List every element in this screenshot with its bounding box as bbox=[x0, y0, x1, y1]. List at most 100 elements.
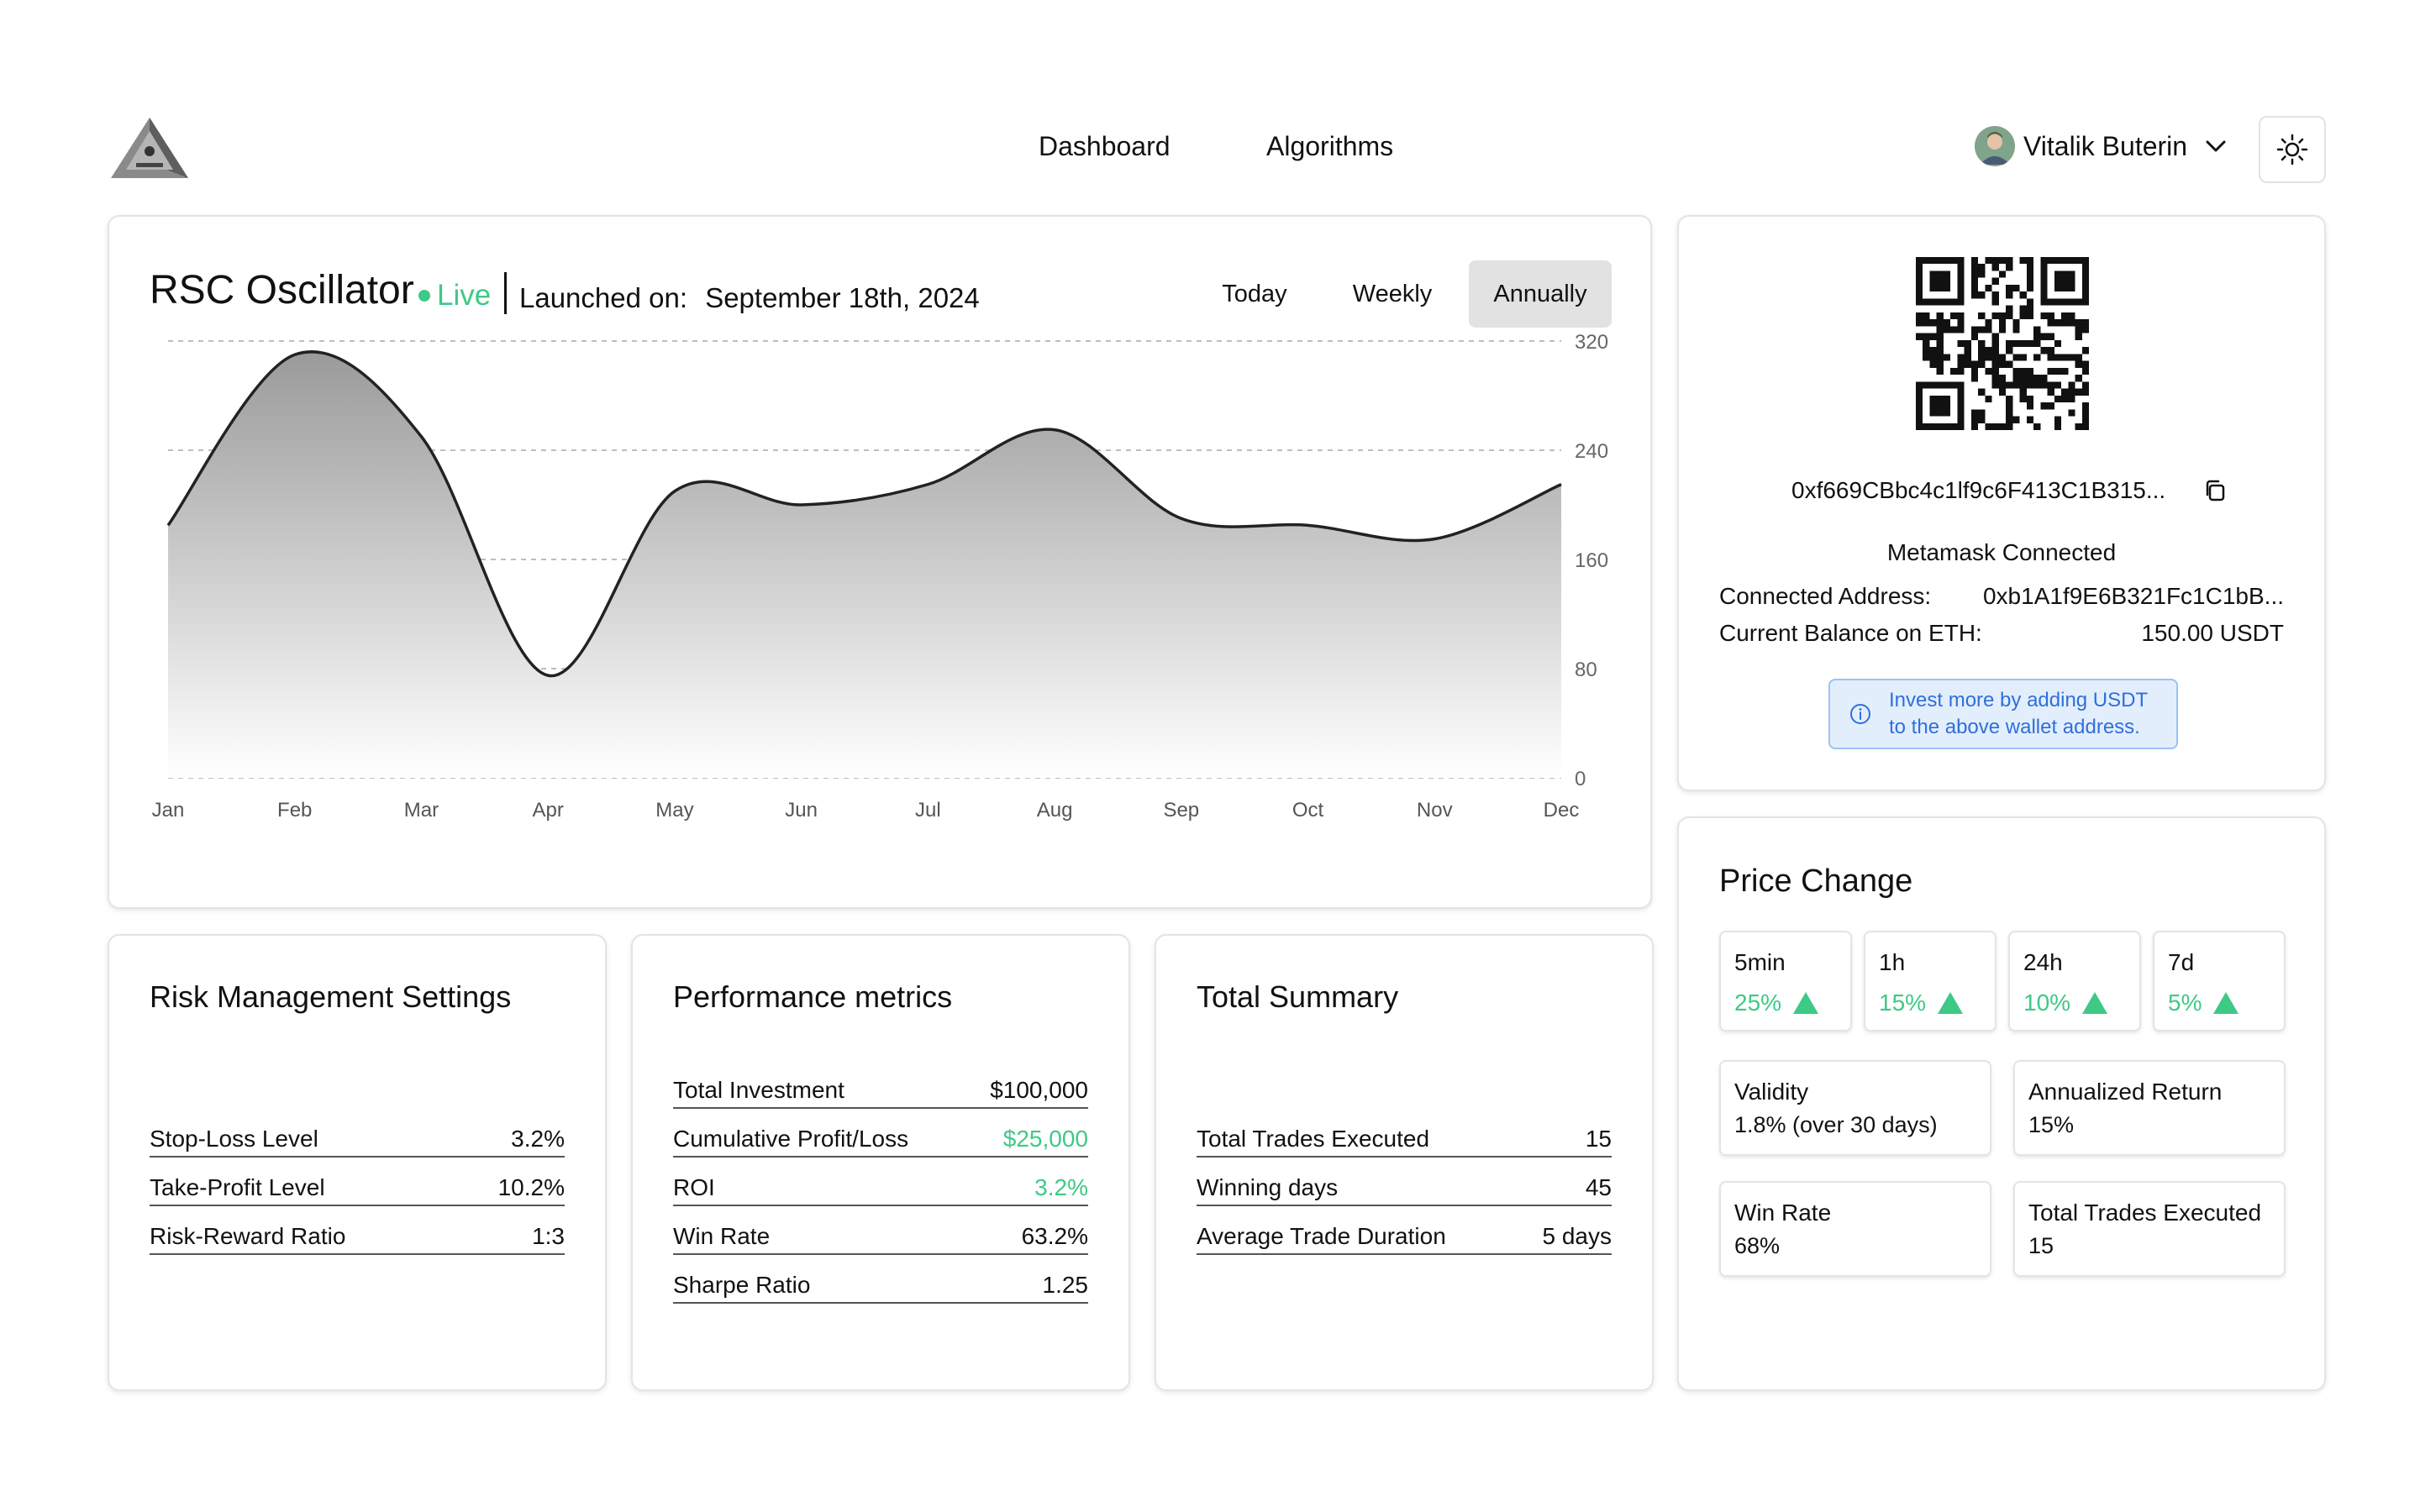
stat-value: 15 bbox=[2028, 1233, 2054, 1258]
arrow-up-icon bbox=[1938, 992, 1964, 1014]
metric-label: Sharpe Ratio bbox=[673, 1272, 811, 1298]
x-tick-label: Nov bbox=[1417, 799, 1453, 822]
risk-row: Risk-Reward Ratio 1:3 bbox=[150, 1220, 565, 1255]
stat-label: Win Rate bbox=[1734, 1200, 1832, 1226]
launched-info: Launched on: September 18th, 2024 bbox=[519, 282, 980, 314]
y-tick-label: 0 bbox=[1575, 768, 1586, 790]
y-tick-label: 320 bbox=[1575, 331, 1608, 354]
period-label: 24h bbox=[2023, 949, 2063, 975]
risk-row: Stop-Loss Level 3.2% bbox=[150, 1122, 565, 1158]
metric-value: 10.2% bbox=[497, 1174, 565, 1200]
balance-row: Current Balance on ETH: 150.00 USDT bbox=[1719, 620, 2284, 647]
period-value: 25% bbox=[1734, 990, 1819, 1016]
live-status: Live bbox=[418, 279, 491, 312]
y-tick-label: 240 bbox=[1575, 440, 1608, 463]
launched-date: September 18th, 2024 bbox=[705, 282, 980, 313]
stat-value: 68% bbox=[1734, 1233, 1781, 1258]
metric-value: 1.25 bbox=[1042, 1272, 1089, 1298]
period-value: 15% bbox=[1879, 990, 1964, 1016]
price-change-1h: 1h 15% bbox=[1864, 931, 1996, 1032]
metric-label: Stop-Loss Level bbox=[150, 1126, 318, 1152]
copy-icon[interactable] bbox=[2202, 478, 2228, 503]
metric-value: 5 days bbox=[1542, 1223, 1612, 1249]
metric-value: $25,000 bbox=[1002, 1126, 1088, 1152]
period-label: 5min bbox=[1734, 949, 1786, 975]
x-tick-label: Sep bbox=[1163, 799, 1199, 822]
summary-row: Average Trade Duration 5 days bbox=[1197, 1220, 1612, 1255]
x-tick-label: Aug bbox=[1037, 799, 1073, 822]
price-change-card: Price Change 5min 25% 1h 15% 24h 10% 7d … bbox=[1677, 816, 2326, 1391]
metric-label: Cumulative Profit/Loss bbox=[673, 1126, 909, 1152]
user-name: Vitalik Buterin bbox=[2023, 130, 2188, 161]
x-tick-label: Jul bbox=[915, 799, 941, 822]
range-annually-button[interactable]: Annually bbox=[1469, 260, 1612, 328]
performance-card: Performance metrics Total Investment $10… bbox=[631, 934, 1130, 1391]
metric-label: Total Trades Executed bbox=[1197, 1126, 1430, 1152]
avatar bbox=[1975, 126, 2015, 166]
performance-row: ROI 3.2% bbox=[673, 1171, 1088, 1206]
summary-row: Winning days 45 bbox=[1197, 1171, 1612, 1206]
stat-total-trades: Total Trades Executed 15 bbox=[2013, 1181, 2286, 1277]
live-label: Live bbox=[437, 279, 492, 312]
x-tick-label: Oct bbox=[1292, 799, 1324, 822]
stat-value: 15% bbox=[2028, 1112, 2075, 1137]
y-tick-label: 160 bbox=[1575, 549, 1608, 572]
balance-value: 150.00 USDT bbox=[2141, 620, 2284, 646]
wallet-card: 0xf669CBbc4c1lf9c6F413C1B315... Metamask… bbox=[1677, 215, 2326, 791]
x-tick-label: Apr bbox=[533, 799, 564, 822]
stat-annualized-return: Annualized Return 15% bbox=[2013, 1060, 2286, 1156]
wallet-qr-code bbox=[1916, 257, 2089, 430]
live-dot-icon bbox=[418, 290, 430, 302]
stat-label: Validity bbox=[1734, 1079, 1809, 1105]
period-value: 10% bbox=[2023, 990, 2108, 1016]
metric-value: 3.2% bbox=[511, 1126, 565, 1152]
price-change-5min: 5min 25% bbox=[1719, 931, 1852, 1032]
user-menu[interactable]: Vitalik Buterin bbox=[1975, 126, 2231, 166]
metric-label: Average Trade Duration bbox=[1197, 1223, 1446, 1249]
metric-label: ROI bbox=[673, 1174, 715, 1200]
risk-title: Risk Management Settings bbox=[150, 979, 512, 1014]
stat-validity: Validity 1.8% (over 30 days) bbox=[1719, 1060, 1991, 1156]
price-change-title: Price Change bbox=[1719, 864, 1913, 899]
performance-row: Win Rate 63.2% bbox=[673, 1220, 1088, 1255]
change-percent: 15% bbox=[1879, 990, 1927, 1016]
period-value: 5% bbox=[2168, 990, 2239, 1016]
summary-title: Total Summary bbox=[1197, 979, 1399, 1014]
y-tick-label: 80 bbox=[1575, 659, 1597, 681]
sun-icon bbox=[2276, 134, 2308, 165]
nav-algorithms[interactable]: Algorithms bbox=[1266, 131, 1393, 162]
metric-value: 15 bbox=[1585, 1126, 1612, 1152]
metric-value: 45 bbox=[1585, 1174, 1612, 1200]
launched-label: Launched on: bbox=[519, 282, 688, 313]
stat-win-rate: Win Rate 68% bbox=[1719, 1181, 1991, 1277]
x-tick-label: Jan bbox=[152, 799, 185, 822]
x-tick-label: Mar bbox=[404, 799, 439, 822]
change-percent: 5% bbox=[2168, 990, 2202, 1016]
metric-value: $100,000 bbox=[990, 1077, 1088, 1103]
change-percent: 10% bbox=[2023, 990, 2071, 1016]
nav-dashboard[interactable]: Dashboard bbox=[1039, 131, 1171, 162]
title-divider bbox=[504, 272, 507, 314]
connected-address-row: Connected Address: 0xb1A1f9E6B321Fc1C1bB… bbox=[1719, 583, 2284, 610]
connected-address-value: 0xb1A1f9E6B321Fc1C1bB... bbox=[1982, 583, 2284, 609]
logo-icon bbox=[111, 118, 188, 178]
range-today-button[interactable]: Today bbox=[1197, 260, 1313, 328]
info-line-2: to the above wallet address. bbox=[1889, 716, 2140, 738]
wallet-address: 0xf669CBbc4c1lf9c6F413C1B315... bbox=[1791, 477, 2166, 503]
arrow-up-icon bbox=[2213, 992, 2239, 1014]
range-weekly-button[interactable]: Weekly bbox=[1329, 260, 1455, 328]
metric-label: Take-Profit Level bbox=[150, 1174, 325, 1200]
x-tick-label: May bbox=[655, 799, 693, 822]
metamask-status: Metamask Connected bbox=[1886, 539, 2117, 565]
risk-management-card: Risk Management Settings Stop-Loss Level… bbox=[108, 934, 607, 1391]
theme-toggle-button[interactable] bbox=[2259, 116, 2326, 183]
period-label: 1h bbox=[1879, 949, 1906, 975]
period-label: 7d bbox=[2168, 949, 2195, 975]
metric-label: Win Rate bbox=[673, 1223, 771, 1249]
x-tick-label: Jun bbox=[785, 799, 818, 822]
app-logo[interactable] bbox=[108, 114, 192, 181]
price-change-24h: 24h 10% bbox=[2008, 931, 2141, 1032]
metric-label: Risk-Reward Ratio bbox=[150, 1223, 346, 1249]
metric-label: Total Investment bbox=[673, 1077, 844, 1103]
change-percent: 25% bbox=[1734, 990, 1782, 1016]
